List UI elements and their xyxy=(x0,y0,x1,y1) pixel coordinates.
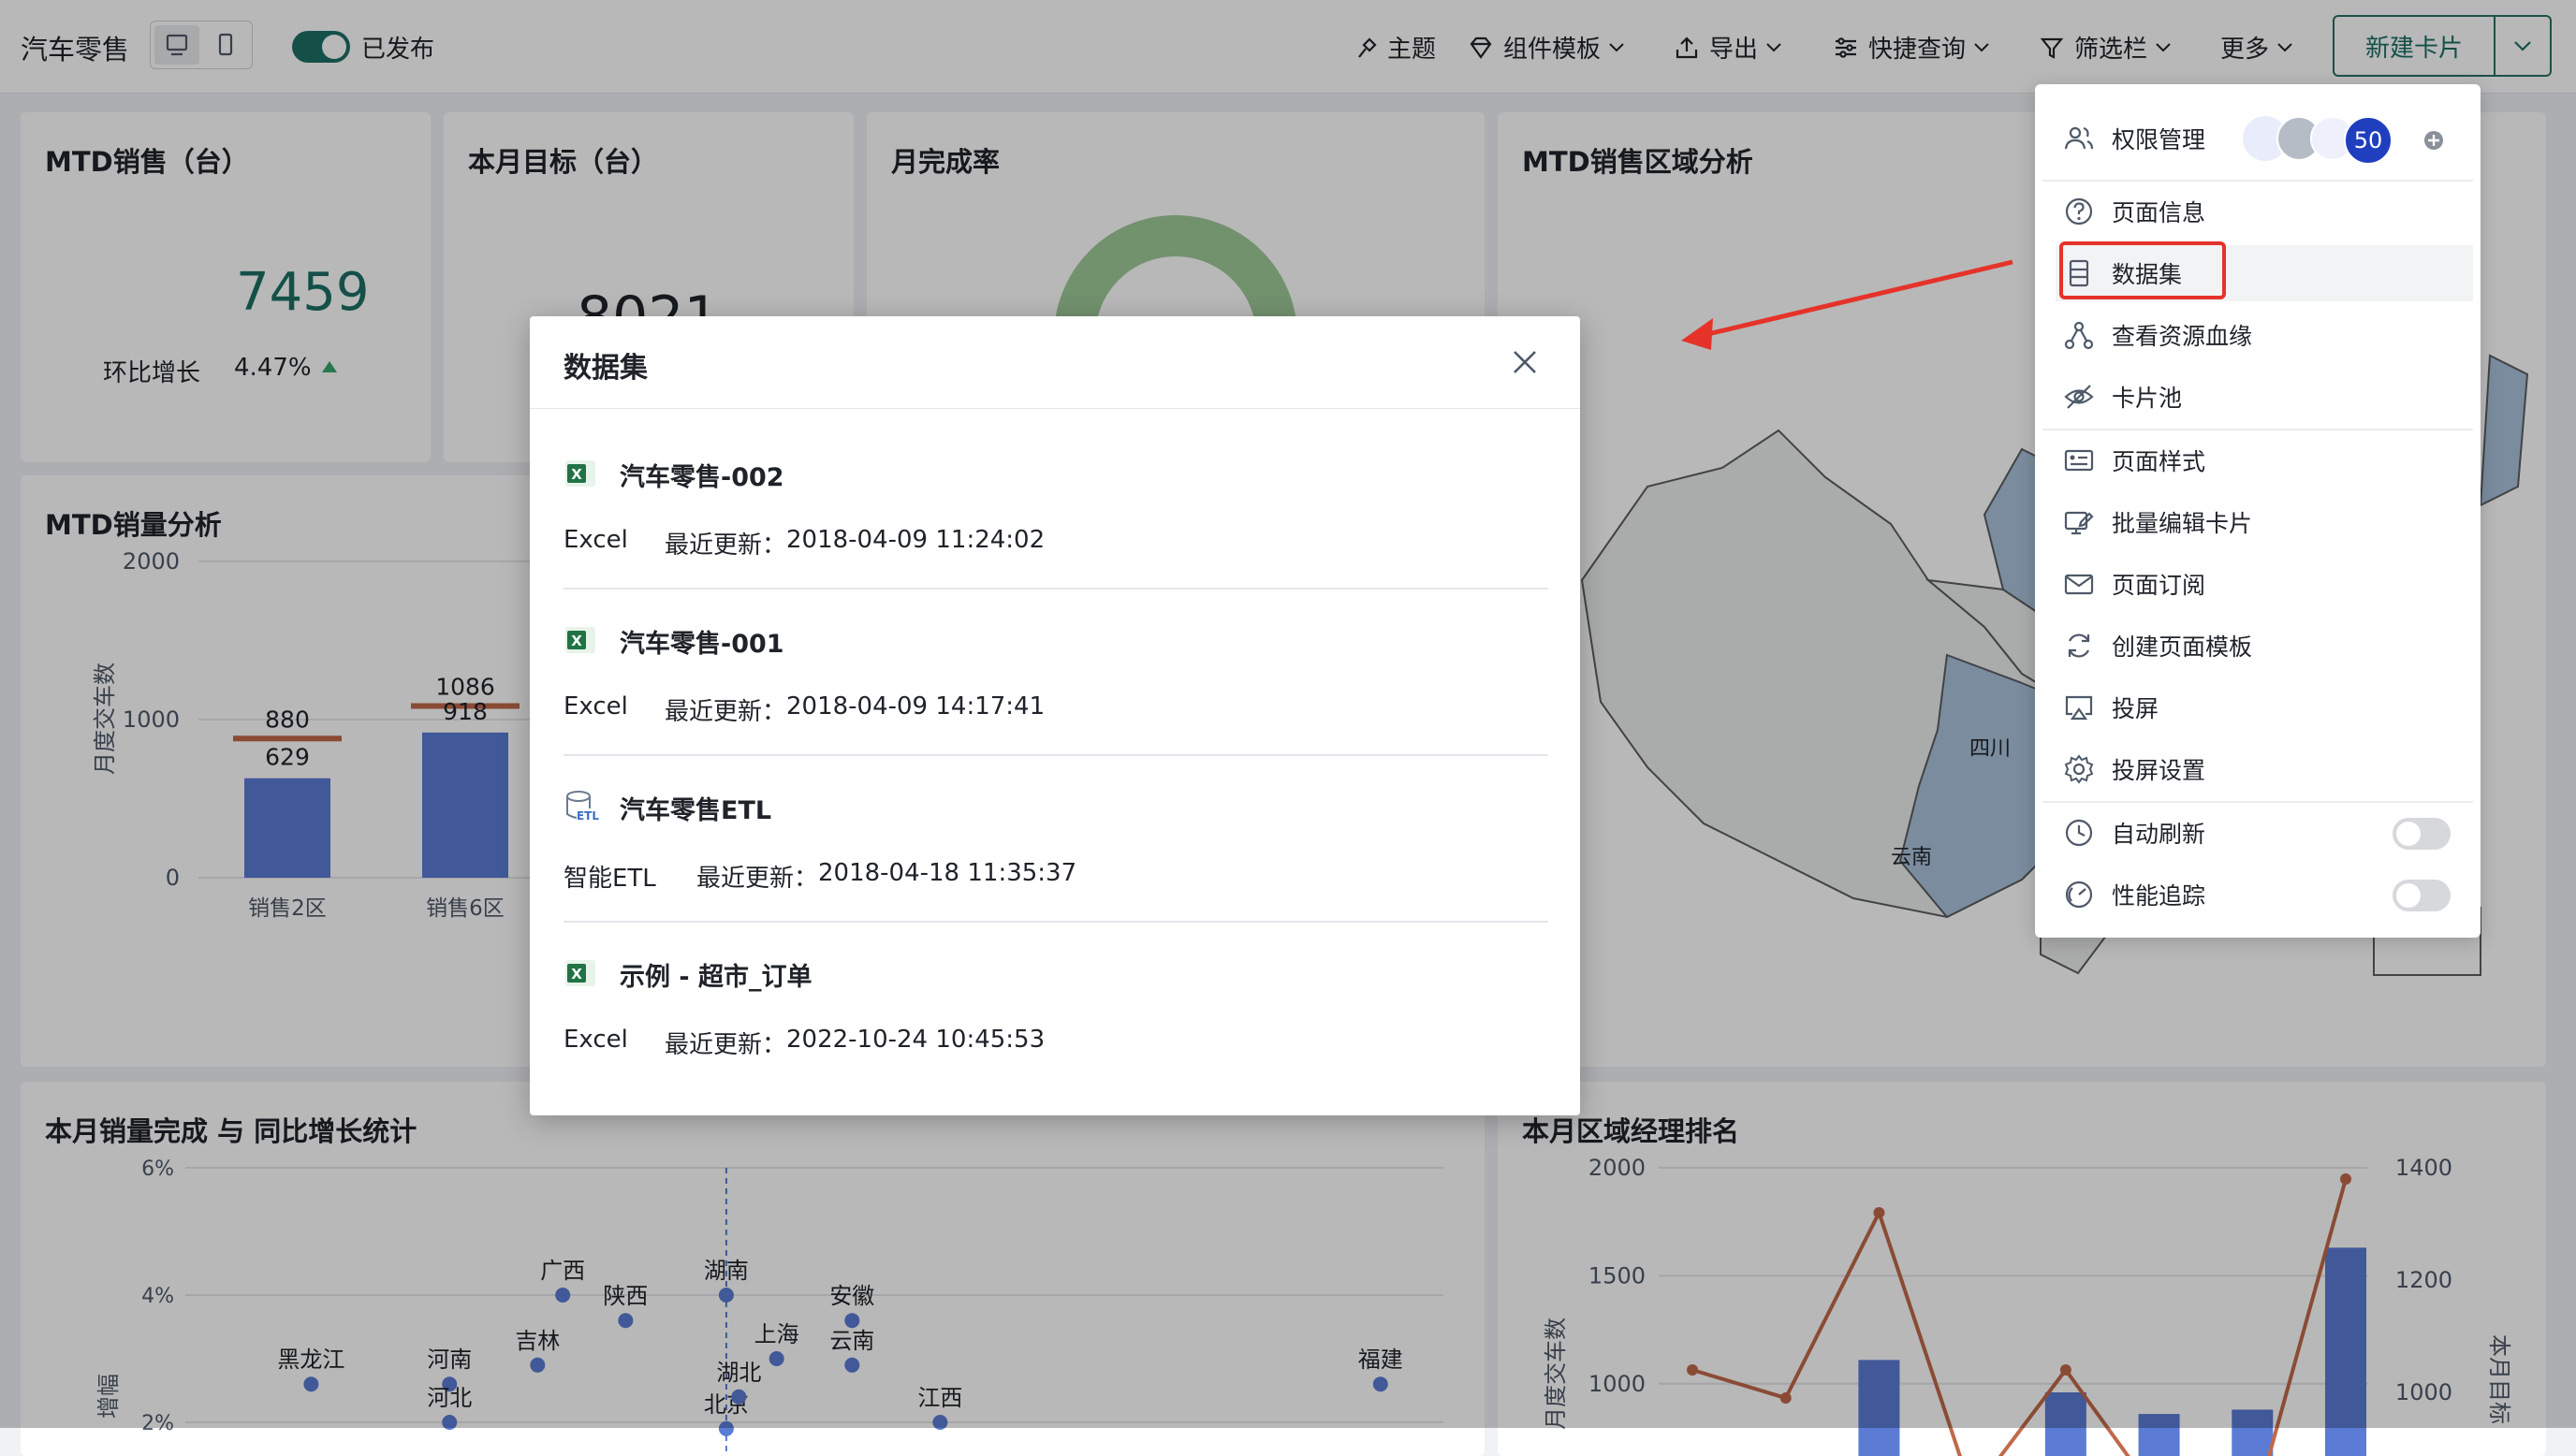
close-icon[interactable] xyxy=(1511,348,1539,376)
dataset-name: 汽车零售ETL xyxy=(620,796,772,825)
menu-item-subscribe[interactable]: 页面订阅 xyxy=(2063,556,2466,612)
menu-item-page-style[interactable]: 页面样式 xyxy=(2063,432,2466,488)
dataset-item[interactable]: ETL 汽车零售ETL 智能ETL 最近更新： 2018-04-18 11:35… xyxy=(564,756,1548,923)
refresh-template-icon xyxy=(2068,633,2090,658)
dataset-updated-time: 2018-04-18 11:35:37 xyxy=(818,859,1077,887)
excel-icon: X xyxy=(565,960,595,986)
excel-icon: X xyxy=(565,460,595,487)
dataset-update-prefix: 最近更新： xyxy=(665,531,787,560)
menu-item-create-template[interactable]: 创建页面模板 xyxy=(2063,618,2466,674)
performance-toggle[interactable] xyxy=(2393,880,2451,911)
dataset-item[interactable]: X 汽车零售-002 Excel 最近更新： 2018-04-09 11:24:… xyxy=(564,423,1548,590)
clock-icon xyxy=(2065,819,2093,847)
dataset-updated-time: 2018-04-09 11:24:02 xyxy=(786,526,1046,554)
menu-item-cast[interactable]: 投屏 xyxy=(2063,679,2466,735)
dataset-item[interactable]: X 汽车零售-001 Excel 最近更新： 2018-04-09 14:17:… xyxy=(564,590,1548,756)
mail-icon xyxy=(2064,574,2094,595)
gauge-icon xyxy=(2065,881,2093,909)
svg-text:X: X xyxy=(571,633,582,649)
gear-icon xyxy=(2064,754,2094,784)
eye-off-icon xyxy=(2064,385,2094,409)
dataset-item[interactable]: X 示例 - 超市_订单 Excel 最近更新： 2022-10-24 10:4… xyxy=(564,923,1548,1089)
highlight-box xyxy=(2059,241,2226,299)
dataset-name: 汽车零售-002 xyxy=(620,463,784,492)
etl-icon: ETL xyxy=(566,791,599,823)
lineage-icon xyxy=(2064,321,2094,350)
dataset-type: 智能ETL xyxy=(564,865,656,893)
auto-refresh-toggle[interactable] xyxy=(2393,818,2451,850)
dataset-update-prefix: 最近更新： xyxy=(665,698,787,726)
cast-icon xyxy=(2065,695,2093,721)
menu-item-card-pool[interactable]: 卡片池 xyxy=(2063,369,2466,425)
question-icon xyxy=(2065,197,2093,226)
dataset-dialog: 数据集 X 汽车零售-002 Excel 最近更新： 2018-04-09 11… xyxy=(530,316,1580,1115)
users-icon xyxy=(2064,126,2094,150)
menu-item-batch-edit[interactable]: 批量编辑卡片 xyxy=(2063,494,2466,550)
dataset-updated-time: 2022-10-24 10:45:53 xyxy=(786,1026,1046,1054)
add-member-icon[interactable] xyxy=(2422,129,2445,152)
dataset-type: Excel xyxy=(564,692,628,721)
dataset-name: 汽车零售-001 xyxy=(620,630,784,659)
dataset-updated-time: 2018-04-09 14:17:41 xyxy=(786,692,1046,721)
menu-item-page-info[interactable]: 页面信息 xyxy=(2063,183,2466,240)
excel-icon: X xyxy=(565,627,595,653)
batch-edit-icon xyxy=(2064,511,2094,535)
dataset-update-prefix: 最近更新： xyxy=(696,865,819,893)
avatar-count-badge: 50 xyxy=(2344,116,2393,165)
menu-item-lineage[interactable]: 查看资源血缘 xyxy=(2063,307,2466,363)
menu-item-cast-settings[interactable]: 投屏设置 xyxy=(2063,741,2466,797)
page-style-icon xyxy=(2064,449,2094,472)
more-dropdown-menu: 权限管理 50 页面信息 数据集 查看资源血缘 卡片池 页面样式 批量编辑卡片 … xyxy=(2035,84,2481,938)
dataset-type: Excel xyxy=(564,1026,628,1054)
dataset-update-prefix: 最近更新： xyxy=(665,1031,787,1059)
dataset-type: Excel xyxy=(564,526,628,554)
svg-text:ETL: ETL xyxy=(577,809,599,823)
svg-text:X: X xyxy=(571,966,582,983)
svg-text:X: X xyxy=(571,466,582,483)
dialog-title: 数据集 xyxy=(564,352,648,385)
dataset-name: 示例 - 超市_订单 xyxy=(620,963,812,992)
